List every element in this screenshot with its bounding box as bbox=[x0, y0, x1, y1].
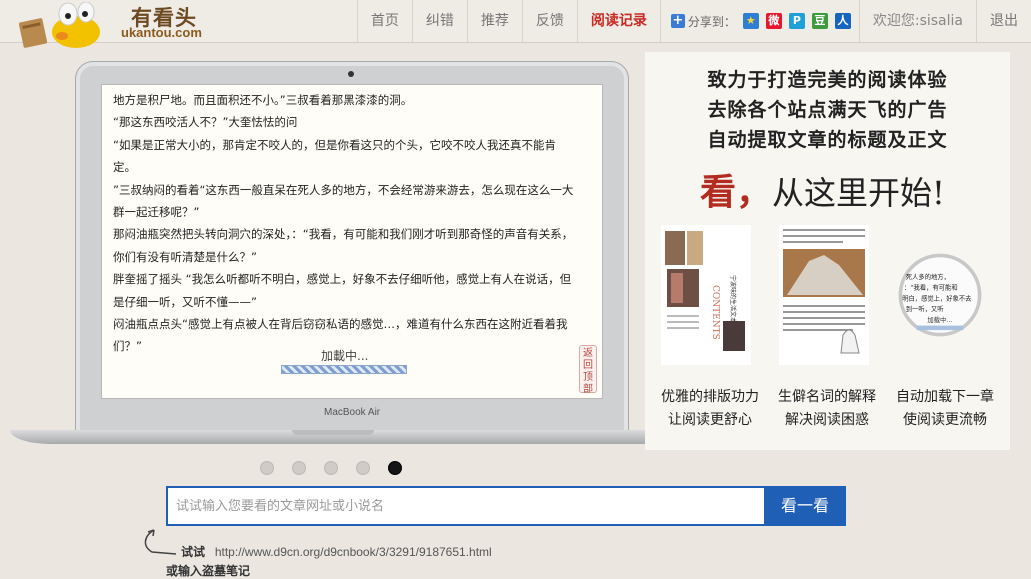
renren-icon[interactable]: 人 bbox=[834, 13, 851, 29]
reader-text: 地方是积尸地。而且面积还不小。”三叔看着那黑漆漆的洞。 “那这东西咬活人不？”大… bbox=[113, 89, 578, 358]
start-kan: 看， bbox=[700, 171, 773, 213]
weibo-icon[interactable]: 微 bbox=[765, 13, 782, 29]
slogan-line: 去除各个站点满天飞的广告 bbox=[707, 99, 948, 121]
reader-paragraph: 胖奎摇了摇头 “我怎么听都听不明白，感觉上，好象不去仔细听他，感觉上有人在说话，… bbox=[113, 272, 572, 309]
laptop-notch bbox=[292, 430, 374, 435]
logo[interactable]: 有看头 ukantou.com bbox=[18, 0, 208, 50]
thumb-book-title: 宁波味的生活文本 bbox=[729, 275, 737, 323]
search-box: 看一看 bbox=[166, 486, 846, 526]
macbook-brand-label: MacBook Air bbox=[324, 407, 381, 418]
feature-caption: 优雅的排版功力 让阅读更舒心 bbox=[650, 386, 770, 432]
magnifier-line: 明白，感觉上，好象不去 bbox=[902, 293, 971, 302]
feature-caption-line: 让阅读更舒心 bbox=[668, 412, 752, 428]
laptop-camera bbox=[348, 71, 354, 77]
feature-caption-line: 解决阅读困惑 bbox=[785, 412, 869, 428]
start-rest: 从这里开始! bbox=[772, 174, 945, 212]
nav-feedback[interactable]: 反馈 bbox=[521, 0, 577, 42]
logo-en-text: ukantou.com bbox=[121, 25, 202, 40]
feature-caption-line: 优雅的排版功力 bbox=[661, 389, 759, 405]
magnifier-line: 到一听，又听 bbox=[906, 304, 944, 313]
loading-bar bbox=[281, 365, 407, 374]
feature-caption-line: 生僻名词的解释 bbox=[778, 389, 876, 405]
thumb-contents-text: CONTENTS bbox=[710, 285, 720, 340]
main-nav: 首页 纠错 推荐 反馈 阅读记录 + 分享到： ★ 微 P 豆 人 欢迎您:si… bbox=[356, 0, 1031, 42]
reader-paragraph: “那这东西咬活人不？”大奎怯怯的问 bbox=[113, 115, 298, 130]
carousel-dot-5[interactable] bbox=[388, 461, 402, 475]
reader-preview-screen: 地方是积尸地。而且面积还不小。”三叔看着那黑漆漆的洞。 “那这东西咬活人不？”大… bbox=[101, 84, 603, 399]
curved-arrow-icon bbox=[144, 529, 177, 555]
hint-try-label: 试试 bbox=[181, 545, 206, 559]
mascot-logo-icon bbox=[18, 2, 100, 48]
share-plus-icon[interactable]: + bbox=[670, 14, 685, 28]
nav-logout[interactable]: 退出 bbox=[976, 0, 1031, 42]
loading-text: 加載中... bbox=[321, 349, 369, 363]
hint-example: 试试 http://www.d9cn.org/d9cnbook/3/3291/9… bbox=[181, 543, 492, 560]
feature-caption-line: 使阅读更流畅 bbox=[903, 412, 987, 428]
nav-correction[interactable]: 纠错 bbox=[411, 0, 467, 42]
example-url-link[interactable]: http://www.d9cn.org/d9cnbook/3/3291/9187… bbox=[215, 545, 492, 559]
feature-caption: 生僻名词的解释 解决阅读困惑 bbox=[767, 386, 887, 432]
feature-caption: 自动加载下一章 使阅读更流畅 bbox=[885, 386, 1005, 432]
top-header: 有看头 ukantou.com 首页 纠错 推荐 反馈 阅读记录 + 分享到： … bbox=[0, 0, 1031, 48]
search-input[interactable] bbox=[168, 488, 762, 524]
nav-recommend[interactable]: 推荐 bbox=[466, 0, 522, 42]
typesetting-thumbnail: CONTENTS 宁波味的生活文本 bbox=[661, 225, 751, 365]
carousel-dot-4[interactable] bbox=[356, 461, 370, 475]
qzone-icon[interactable]: ★ bbox=[742, 13, 759, 29]
nav-reading-history[interactable]: 阅读记录 bbox=[576, 0, 660, 42]
reader-paragraph: 那闷油瓶突然把头转向洞穴的深处，：“我看，有可能和我们刚才听到那奇怪的声音有关系… bbox=[113, 227, 574, 264]
share-bar: + 分享到： ★ 微 P 豆 人 bbox=[659, 0, 859, 42]
slogan-line: 致力于打造完美的阅读体验 bbox=[707, 69, 948, 91]
share-label: 分享到： bbox=[687, 14, 736, 29]
reader-paragraph: “如果是正常大小的，那肯定不咬人的，但是你看这只的个头，它咬不咬人我还真不能肯定… bbox=[113, 137, 556, 175]
carousel-dot-1[interactable] bbox=[260, 461, 274, 475]
autoload-thumbnail: 死人多的地方， ：“我看，有可能和 明白，感觉上，好象不去 到一听，又听 加载中… bbox=[898, 253, 982, 337]
search-button[interactable]: 看一看 bbox=[764, 488, 846, 524]
glossary-thumbnail bbox=[779, 225, 869, 365]
reader-paragraph: ”三叔纳闷的看着“这东西一般直呆在死人多的地方，不会经常游来游去，怎么现在这么一… bbox=[113, 182, 574, 220]
tencent-weibo-icon[interactable]: P bbox=[788, 13, 805, 29]
carousel-dot-2[interactable] bbox=[292, 461, 306, 475]
welcome-user[interactable]: 欢迎您:sisalia bbox=[858, 0, 976, 42]
start-headline: 看，从这里开始! bbox=[700, 163, 945, 215]
slogan-line: 自动提取文章的标题及正文 bbox=[707, 129, 948, 151]
nav-home[interactable]: 首页 bbox=[356, 0, 412, 42]
back-to-top-button[interactable]: 返回顶部 bbox=[579, 345, 597, 395]
douban-icon[interactable]: 豆 bbox=[811, 13, 828, 29]
magnifier-loading: 加载中... bbox=[927, 315, 952, 324]
feature-caption-line: 自动加载下一章 bbox=[896, 389, 994, 405]
feature-panel: 致力于打造完美的阅读体验 去除各个站点满天飞的广告 自动提取文章的标题及正文 看… bbox=[645, 52, 1010, 450]
reader-paragraph: 地方是积尸地。而且面积还不小。”三叔看着那黑漆漆的洞。 bbox=[113, 93, 413, 107]
hint-or-label[interactable]: 或输入盗墓笔记 bbox=[166, 562, 250, 579]
magnifier-line: 死人多的地方， bbox=[906, 272, 950, 281]
carousel-dot-3[interactable] bbox=[324, 461, 338, 475]
magnifier-line: ：“我看，有可能和 bbox=[904, 283, 958, 292]
